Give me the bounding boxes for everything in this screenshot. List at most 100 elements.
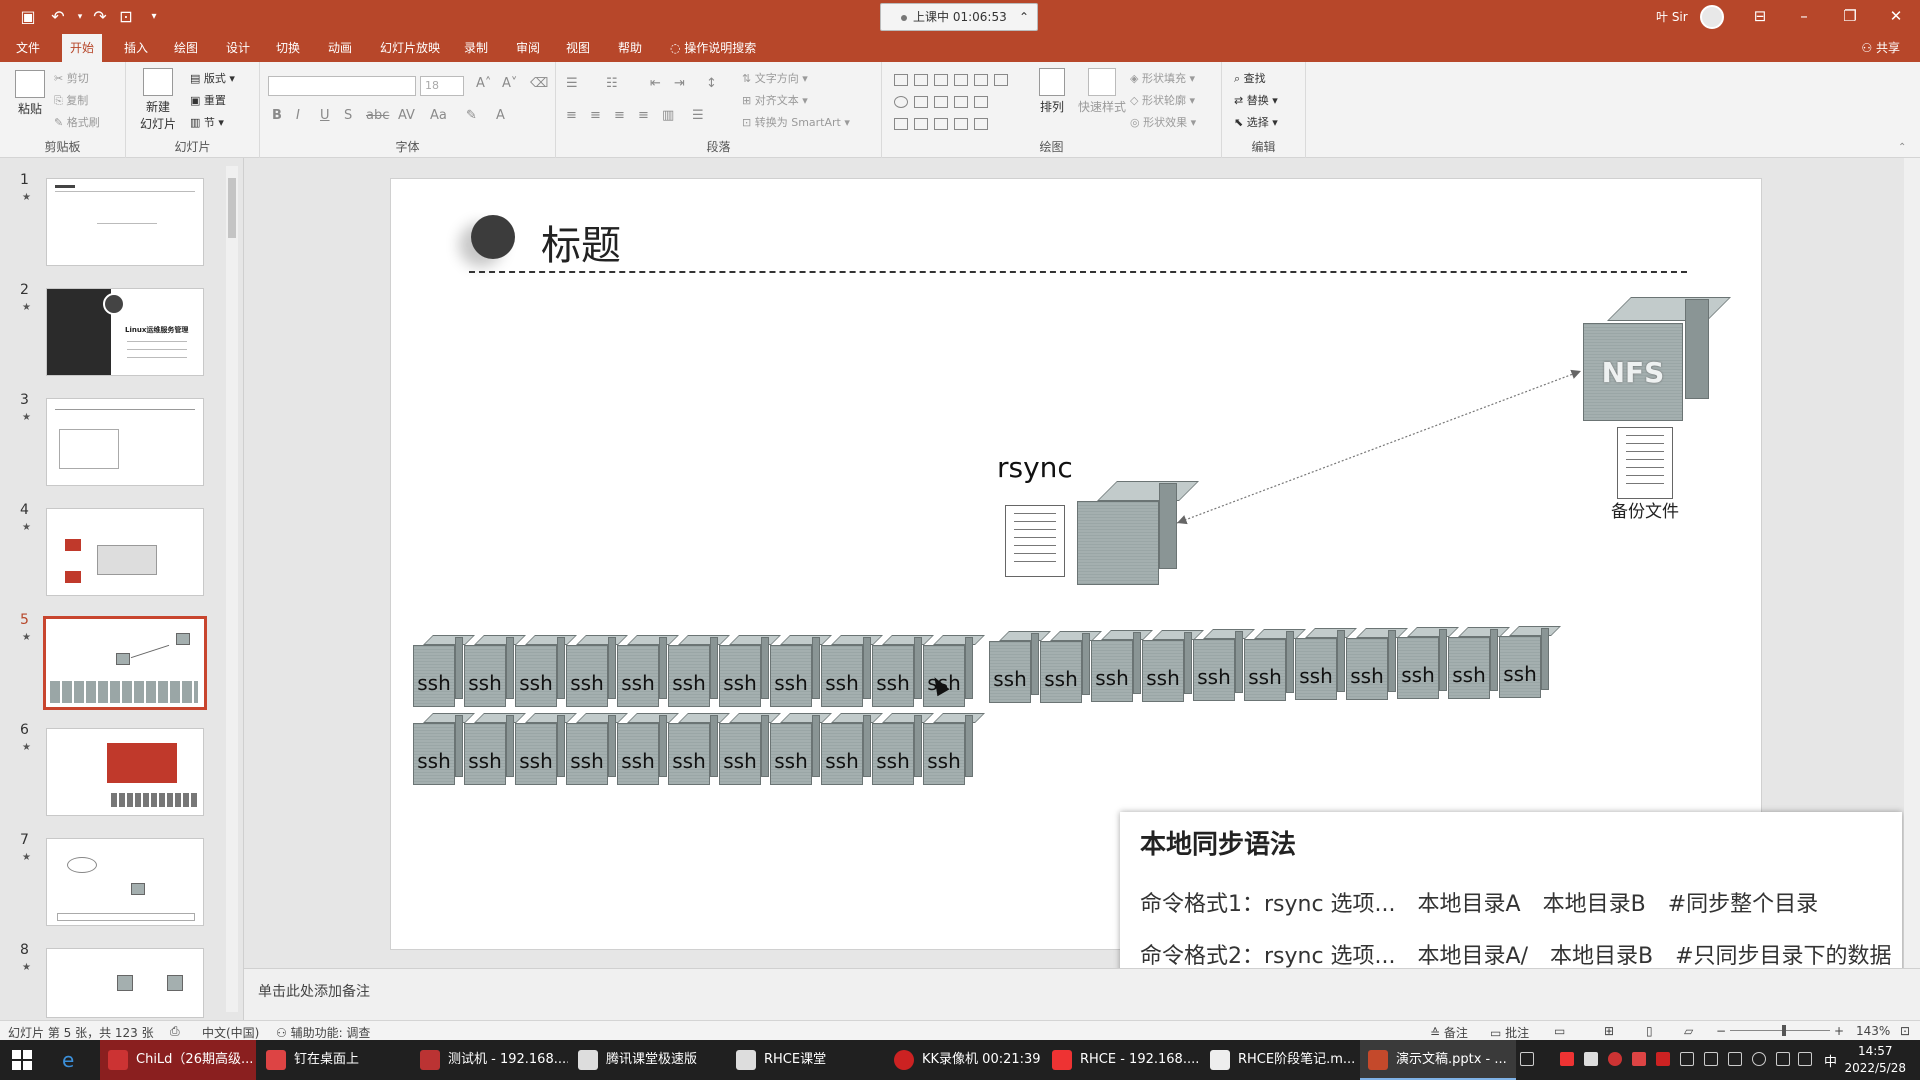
avatar[interactable] [1700, 5, 1724, 29]
notes-placeholder[interactable]: 单击此处添加备注 [258, 981, 370, 1001]
copy-button[interactable]: ⎘ 复制 [54, 92, 88, 108]
close-button[interactable]: ✕ [1878, 4, 1914, 28]
line-spacing-icon[interactable]: ↕ [706, 76, 717, 91]
user-name[interactable]: 叶 Sir [1656, 8, 1688, 25]
thumbnail-scrollbar[interactable] [226, 166, 238, 1012]
change-case-icon[interactable]: Aa [430, 108, 447, 123]
taskbar-item[interactable]: RHCE阶段笔记.m... [1202, 1040, 1358, 1080]
textbox-shape-icon[interactable] [914, 74, 928, 86]
right-arrow-shape-icon[interactable] [974, 96, 988, 108]
slide-thumbnail-5[interactable] [43, 616, 207, 710]
find-button[interactable]: ⌕ 查找 [1234, 70, 1266, 86]
undo-icon[interactable]: ↶ [46, 6, 70, 28]
reading-view-icon[interactable]: ▯ [1646, 1024, 1653, 1038]
start-from-beginning-icon[interactable]: ⊡ [114, 6, 138, 28]
shape-effects-button[interactable]: ◎ 形状效果 ▾ [1130, 114, 1196, 130]
windows-start-icon[interactable] [12, 1050, 32, 1070]
tray-app-icon[interactable] [1656, 1052, 1670, 1066]
arrange-button[interactable]: 排列 [1032, 68, 1072, 115]
columns-icon[interactable]: ▥ [662, 108, 674, 123]
rectangle-shape-icon[interactable] [994, 74, 1008, 86]
decrease-indent-icon[interactable]: ⇤ [650, 76, 661, 91]
chevron-up-icon[interactable]: ⌃ [1019, 4, 1029, 30]
triangle-shape-icon[interactable] [934, 96, 948, 108]
system-clock[interactable]: 14:57 2022/5/28 [1844, 1043, 1906, 1077]
new-slide-button[interactable]: 新建 幻灯片 [136, 68, 180, 132]
format-painter-button[interactable]: ✎ 格式刷 [54, 114, 100, 130]
tab-review[interactable]: 审阅 [508, 34, 548, 62]
spellcheck-icon[interactable]: ⎙ [170, 1024, 180, 1039]
tab-home[interactable]: 开始 [62, 34, 103, 62]
collapse-ribbon-icon[interactable]: ⌃ [1898, 142, 1906, 153]
zoom-out-icon[interactable]: − [1716, 1024, 1726, 1038]
bold-icon[interactable]: B [272, 108, 282, 123]
taskbar-item[interactable]: 测试机 - 192.168.... [412, 1040, 568, 1080]
down-arrow-shape-icon[interactable] [894, 118, 908, 130]
slide-thumbnail-4[interactable] [46, 508, 204, 596]
cut-button[interactable]: ✂ 剪切 [54, 70, 89, 86]
section-button[interactable]: ▥ 节 ▾ [190, 114, 224, 130]
square-shape-icon[interactable] [914, 96, 928, 108]
notes-toggle[interactable]: ≙ 备注 [1430, 1024, 1468, 1041]
curve-shape-icon[interactable] [954, 118, 968, 130]
font-size-input[interactable]: 18 [420, 76, 464, 96]
tray-app-icon[interactable] [1608, 1052, 1622, 1066]
comments-toggle[interactable]: ▭ 批注 [1490, 1024, 1529, 1041]
align-left-icon[interactable]: ≡ [566, 108, 577, 123]
arrow-line-shape-icon[interactable] [954, 74, 968, 86]
slide-title[interactable]: 标题 [541, 213, 621, 271]
align-center-icon[interactable]: ≡ [590, 108, 601, 123]
taskbar-item[interactable]: 腾讯课堂极速版 [570, 1040, 726, 1080]
tell-me-search[interactable]: ◌ 操作说明搜索 [670, 34, 756, 62]
tab-view[interactable]: 视图 [558, 34, 598, 62]
taskbar-item[interactable]: RHCE - 192.168.... [1044, 1040, 1200, 1080]
brace-shape-icon[interactable] [974, 118, 988, 130]
taskbar-item-active[interactable]: 演示文稿.pptx - ... [1360, 1040, 1516, 1080]
highlight-icon[interactable]: ✎ [466, 108, 477, 123]
elbow-shape-icon[interactable] [954, 96, 968, 108]
slide-thumbnail-7[interactable] [46, 838, 204, 926]
paste-button[interactable]: 粘贴 [12, 70, 48, 117]
tab-help[interactable]: 帮助 [610, 34, 650, 62]
fit-slide-icon[interactable]: ⊡ [1900, 1024, 1910, 1038]
shape-fill-button[interactable]: ◈ 形状填充 ▾ [1130, 70, 1195, 86]
underline-icon[interactable]: U [320, 108, 330, 123]
taskbar-item[interactable]: 钉在桌面上 [258, 1040, 410, 1080]
convert-smartart-button[interactable]: ⊡ 转换为 SmartArt ▾ [742, 114, 850, 130]
tray-app-icon[interactable] [1704, 1052, 1718, 1066]
pentagon-shape-icon[interactable] [914, 118, 928, 130]
slide-scrollbar[interactable] [1904, 158, 1920, 968]
tab-slideshow[interactable]: 幻灯片放映 [372, 34, 448, 62]
share-button[interactable]: ⚇ 共享 [1861, 34, 1900, 62]
tab-record[interactable]: 录制 [456, 34, 496, 62]
taskbar-item[interactable]: RHCE课堂 [728, 1040, 884, 1080]
shadow-icon[interactable]: S [344, 108, 352, 123]
numbering-icon[interactable]: ☷ [606, 76, 618, 91]
taskbar-item[interactable]: KK录像机 00:21:39 [886, 1040, 1042, 1080]
callout-shape-icon[interactable] [934, 118, 948, 130]
tray-app-icon[interactable] [1632, 1052, 1646, 1066]
network-icon[interactable] [1776, 1052, 1790, 1066]
microphone-icon[interactable] [1752, 1052, 1766, 1066]
rect-shape-icon[interactable] [934, 74, 948, 86]
tray-app-icon[interactable] [1680, 1052, 1694, 1066]
normal-view-icon[interactable]: ▭ [1554, 1024, 1565, 1038]
battery-icon[interactable] [1728, 1052, 1742, 1066]
notes-pane[interactable]: 单击此处添加备注 [244, 968, 1920, 1020]
slideshow-view-icon[interactable]: ▱ [1684, 1024, 1693, 1038]
replace-button[interactable]: ⇄ 替换 ▾ [1234, 92, 1278, 108]
volume-icon[interactable] [1798, 1052, 1812, 1066]
minimize-button[interactable]: – [1786, 4, 1822, 28]
notification-bubble-icon[interactable] [1520, 1052, 1534, 1066]
decrease-font-icon[interactable]: A˅ [502, 76, 517, 91]
clear-formatting-icon[interactable]: ⌫ [530, 76, 548, 91]
distributed-icon[interactable]: ☰ [692, 108, 704, 123]
align-text-button[interactable]: ⊞ 对齐文本 ▾ [742, 92, 808, 108]
language-indicator[interactable]: 中文(中国) [202, 1024, 259, 1041]
ribbon-display-options-icon[interactable]: ⊟ [1742, 4, 1778, 28]
quick-styles-button[interactable]: 快速样式 [1076, 68, 1128, 115]
line-shape-icon[interactable] [894, 74, 908, 86]
restore-button[interactable]: ❐ [1832, 4, 1868, 28]
zoom-in-icon[interactable]: + [1834, 1024, 1844, 1038]
reset-button[interactable]: ▣ 重置 [190, 92, 226, 108]
